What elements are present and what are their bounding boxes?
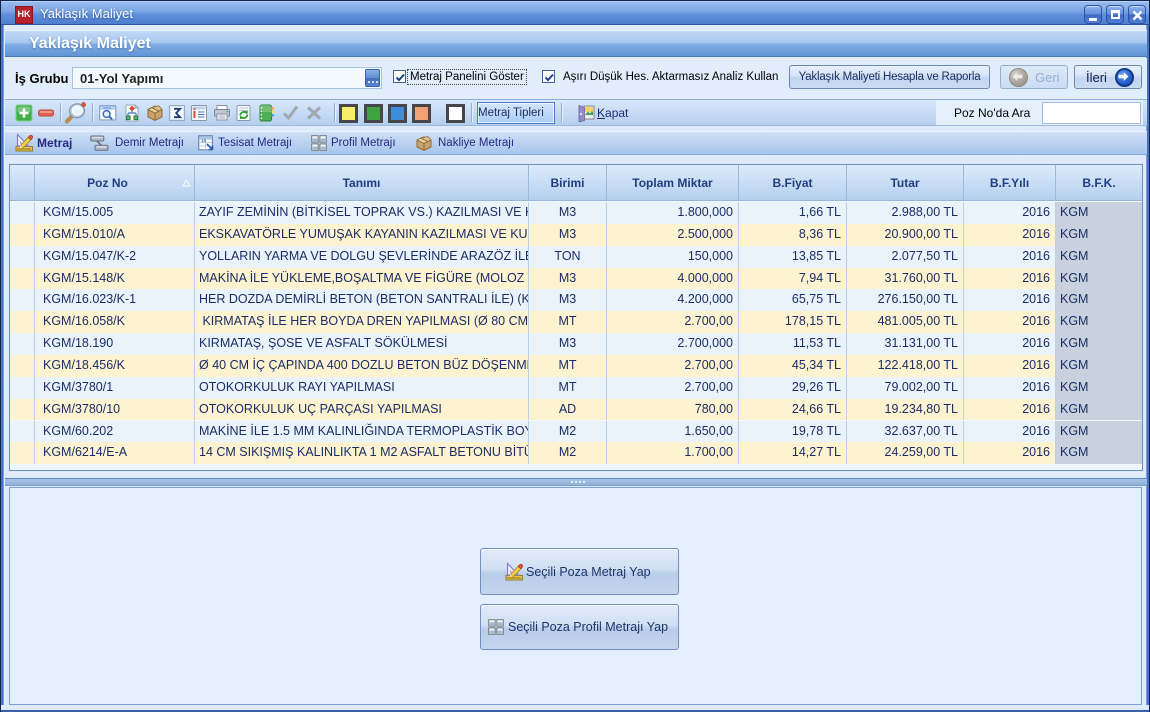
svg-text:15: 15 — [201, 138, 207, 143]
